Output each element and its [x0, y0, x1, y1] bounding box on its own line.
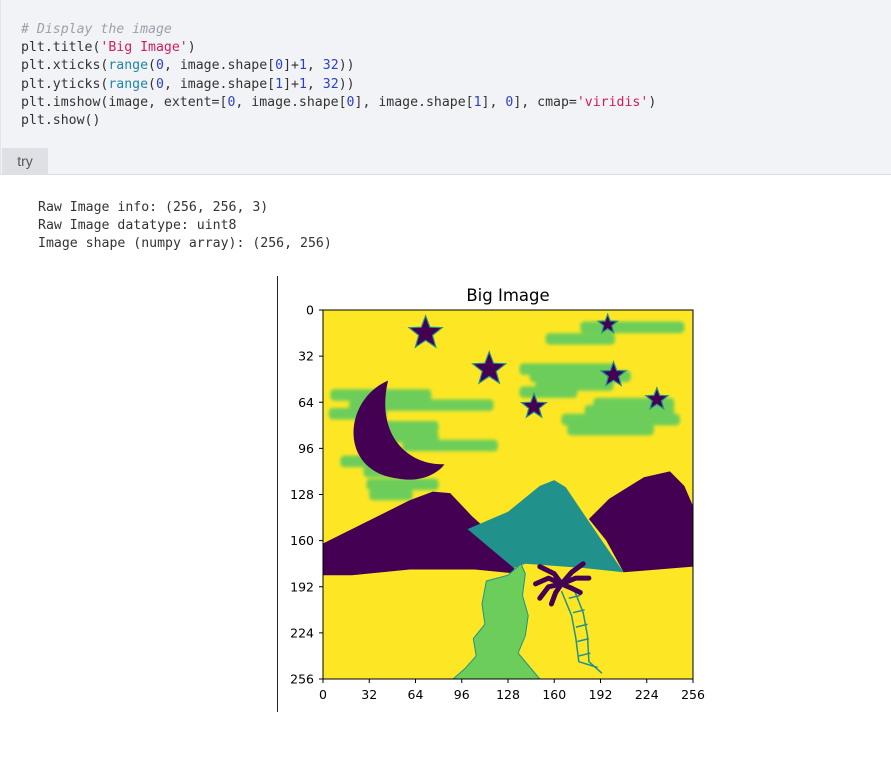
y-tick-label: 256	[290, 672, 314, 687]
x-axis: 0 32 64 96 128 160 192 224 256	[319, 679, 705, 702]
y-tick-label: 224	[290, 625, 314, 640]
x-tick-label: 224	[635, 687, 659, 702]
x-tick-label: 64	[408, 687, 424, 702]
cloud	[561, 413, 680, 426]
x-tick-label: 192	[589, 687, 613, 702]
plot-title: Big Image	[466, 286, 549, 305]
cloud	[545, 333, 615, 345]
x-tick-label: 256	[681, 687, 705, 702]
y-tick-label: 128	[290, 487, 314, 502]
cloud	[567, 423, 654, 436]
y-tick-label: 96	[298, 441, 314, 456]
y-axis: 0 32 64 96 128 160 192 224 256	[290, 303, 323, 687]
cloud	[402, 439, 498, 452]
x-tick-label: 160	[542, 687, 566, 702]
x-tick-label: 0	[319, 687, 327, 702]
image-content	[323, 310, 693, 679]
y-tick-label: 0	[306, 303, 314, 318]
cloud	[519, 386, 578, 398]
y-tick-label: 160	[290, 533, 314, 548]
cloud	[580, 321, 685, 334]
x-tick-label: 96	[454, 687, 470, 702]
y-tick-label: 32	[298, 349, 314, 364]
x-tick-label: 128	[496, 687, 520, 702]
x-tick-label: 32	[361, 687, 377, 702]
image-plot: Big Image 0 32 64 96 128 160 192 224 256 0 32 64 96…	[290, 286, 705, 702]
y-tick-label: 64	[298, 395, 314, 410]
cloud	[366, 478, 439, 491]
cloud	[369, 488, 413, 501]
y-tick-label: 192	[290, 579, 314, 594]
